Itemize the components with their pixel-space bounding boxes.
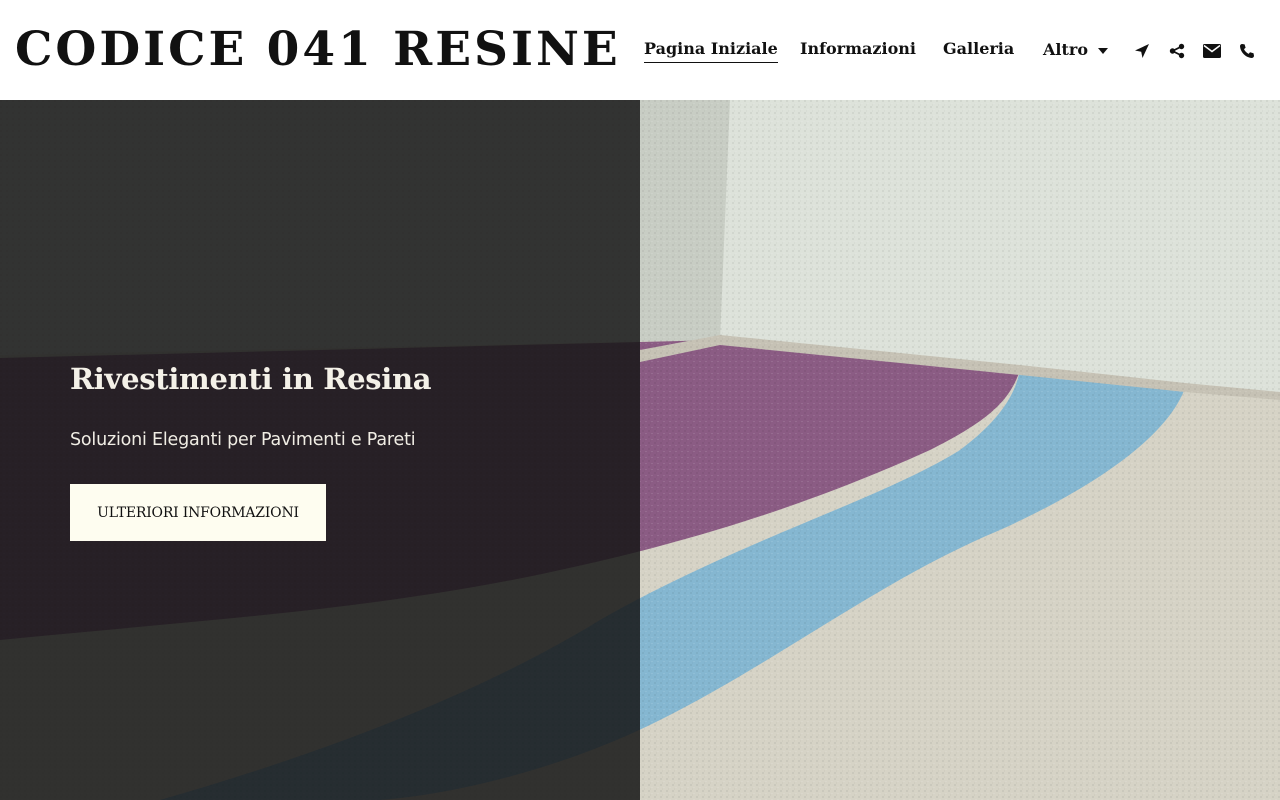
nav-item-more-label: Altro (1043, 40, 1088, 59)
more-info-button[interactable]: ULTERIORI INFORMAZIONI (70, 484, 326, 541)
caret-down-icon (1097, 47, 1108, 54)
nav-item-more[interactable]: Altro (1043, 39, 1108, 61)
nav-item-gallery[interactable]: Galleria (943, 38, 1014, 60)
nav-item-home[interactable]: Pagina Iniziale (644, 38, 778, 63)
location-arrow-icon[interactable] (1131, 40, 1153, 62)
site-logo[interactable]: CODICE 041 RESINE (15, 22, 621, 78)
site-header: CODICE 041 RESINE Pagina Iniziale Inform… (0, 0, 1280, 100)
envelope-icon[interactable] (1201, 40, 1223, 62)
share-icon[interactable] (1166, 40, 1188, 62)
nav-item-about[interactable]: Informazioni (800, 38, 916, 60)
hero-section: Rivestimenti in Resina Soluzioni Elegant… (0, 100, 1280, 800)
hero-title: Rivestimenti in Resina (70, 362, 432, 396)
hero-overlay (0, 100, 640, 800)
hero-subtitle: Soluzioni Eleganti per Pavimenti e Paret… (70, 430, 416, 450)
phone-icon[interactable] (1236, 40, 1258, 62)
